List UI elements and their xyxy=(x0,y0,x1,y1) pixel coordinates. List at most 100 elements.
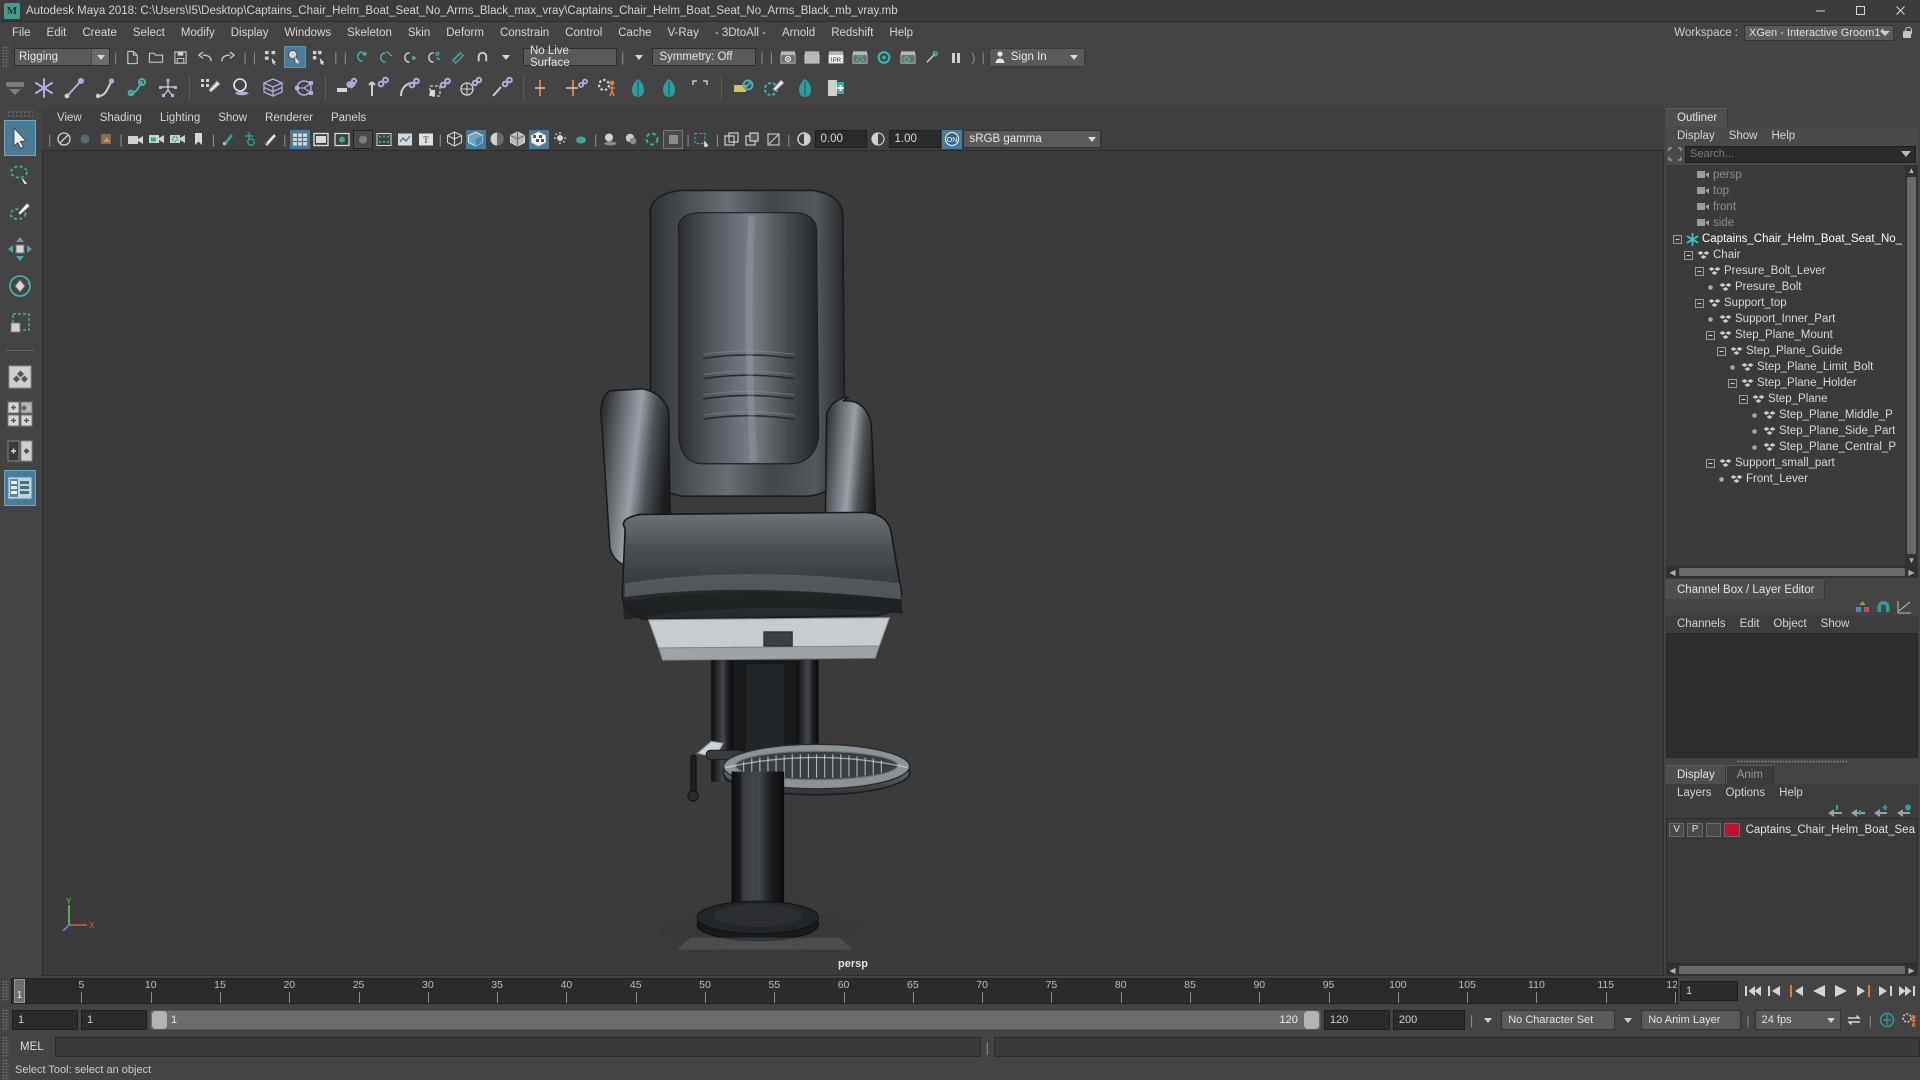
outliner-menu-show[interactable]: Show xyxy=(1722,129,1765,143)
open-scene-icon[interactable] xyxy=(145,46,167,68)
safe-title-icon[interactable]: T xyxy=(416,130,436,149)
outliner-item[interactable]: Step_Plane_Side_Part xyxy=(1672,423,1905,439)
wireframe-on-shaded-icon[interactable] xyxy=(528,129,549,149)
full-body-ik-icon[interactable] xyxy=(153,73,183,103)
helpline-gripper[interactable] xyxy=(2,1059,9,1080)
select-camera-icon[interactable] xyxy=(54,130,74,149)
move-layer-down-icon[interactable] xyxy=(1850,804,1866,817)
smooth-shade-all-icon[interactable] xyxy=(465,129,486,149)
deformer-icon[interactable] xyxy=(728,73,758,103)
character-set-field[interactable]: No Character Set xyxy=(1501,1010,1616,1030)
outliner-item[interactable]: Chair xyxy=(1672,247,1905,263)
human-ik-icon[interactable] xyxy=(623,73,653,103)
anim-layer-field[interactable]: No Anim Layer xyxy=(1641,1010,1742,1030)
add-target-icon[interactable] xyxy=(821,73,851,103)
menu-skeleton[interactable]: Skeleton xyxy=(339,25,400,41)
layer-menu-options[interactable]: Options xyxy=(1719,786,1773,800)
move-layer-up-icon[interactable] xyxy=(1827,804,1843,817)
collapse-expander-icon[interactable] xyxy=(1694,298,1705,309)
grease-pencil-icon[interactable] xyxy=(260,130,280,149)
wireframe-icon[interactable] xyxy=(445,130,465,149)
collapse-expander-icon[interactable] xyxy=(1705,458,1716,469)
sort-icon[interactable] xyxy=(1668,147,1682,161)
magnet-icon[interactable] xyxy=(471,46,493,68)
close-button[interactable] xyxy=(1880,0,1920,21)
new-scene-icon[interactable] xyxy=(121,46,143,68)
maximize-button[interactable] xyxy=(1840,0,1880,21)
ik-spline-handle-icon[interactable] xyxy=(91,73,121,103)
outliner-vertical-scrollbar[interactable]: ▲ ▼ xyxy=(1905,165,1918,566)
grid-icon[interactable] xyxy=(289,129,310,149)
menu-deform[interactable]: Deform xyxy=(438,25,492,41)
outliner-menu-display[interactable]: Display xyxy=(1670,129,1722,143)
two-d-pan-zoom-icon[interactable] xyxy=(239,130,259,149)
scroll-up-arrow-icon[interactable]: ▲ xyxy=(1906,165,1917,176)
redo-icon[interactable] xyxy=(217,46,239,68)
human-ik-2-icon[interactable] xyxy=(654,73,684,103)
outliner-item[interactable]: Support_top xyxy=(1672,295,1905,311)
xray-icon[interactable] xyxy=(693,130,713,149)
viewport-menu-show[interactable]: Show xyxy=(209,110,256,126)
timeslider-gripper[interactable] xyxy=(2,980,9,1002)
render-view-icon[interactable] xyxy=(897,46,919,68)
outliner-item[interactable]: top xyxy=(1672,183,1905,199)
gamma-field[interactable]: 1.00 xyxy=(888,130,941,148)
undo-icon[interactable] xyxy=(193,46,215,68)
outliner-horizontal-scrollbar[interactable]: ◀ ▶ xyxy=(1666,566,1918,578)
channelbox-menu-object[interactable]: Object xyxy=(1766,617,1813,631)
viewport-menu-shading[interactable]: Shading xyxy=(91,110,151,126)
outliner-item[interactable]: Step_Plane_Mount xyxy=(1672,327,1905,343)
select-by-hierarchy-icon[interactable] xyxy=(260,46,282,68)
search-input[interactable]: Search... xyxy=(1685,145,1916,163)
snap-to-view-plane-icon[interactable] xyxy=(447,46,469,68)
layer-playback-toggle[interactable]: P xyxy=(1687,822,1703,837)
menu-create[interactable]: Create xyxy=(74,25,125,41)
outliner-item[interactable]: Presure_Bolt xyxy=(1672,279,1905,295)
channel-box-content[interactable] xyxy=(1666,633,1918,758)
create-layer-icon[interactable] xyxy=(1873,804,1889,817)
character-set-chevron-icon[interactable] xyxy=(1478,1010,1498,1030)
smooth-shade-selected-icon[interactable] xyxy=(487,130,507,149)
viewport-menu-panels[interactable]: Panels xyxy=(322,110,375,126)
outliner-item[interactable]: persp xyxy=(1672,167,1905,183)
channelbox-menu-edit[interactable]: Edit xyxy=(1733,617,1767,631)
safe-action-icon[interactable] xyxy=(395,130,415,149)
snap-to-projected-center-icon[interactable] xyxy=(423,46,445,68)
play-backwards-icon[interactable] xyxy=(1809,981,1829,1001)
menu-constrain[interactable]: Constrain xyxy=(492,25,557,41)
layer-menu-help[interactable]: Help xyxy=(1772,786,1810,800)
auto-key-icon[interactable] xyxy=(1877,1010,1897,1030)
outliner-item[interactable]: Step_Plane_Middle_P xyxy=(1672,407,1905,423)
go-to-end-icon[interactable] xyxy=(1897,981,1917,1001)
menu-select[interactable]: Select xyxy=(125,25,173,41)
collapse-expander-icon[interactable] xyxy=(1683,250,1694,261)
select-tool-button[interactable] xyxy=(4,120,36,156)
menu-arnold[interactable]: Arnold xyxy=(774,25,823,41)
leaf-node-icon[interactable] xyxy=(1749,426,1760,437)
outliner-item[interactable]: Step_Plane_Central_P xyxy=(1672,439,1905,455)
symmetry-chevron-icon[interactable] xyxy=(628,46,650,68)
paint-select-tool-button[interactable] xyxy=(4,194,36,230)
playback-end-time-field[interactable]: 120 xyxy=(1323,1010,1390,1030)
channelbox-menu-channels[interactable]: Channels xyxy=(1670,617,1733,631)
scale-tool-button[interactable] xyxy=(4,305,36,341)
layer-color-swatch[interactable] xyxy=(1724,822,1740,837)
step-back-frame-icon[interactable] xyxy=(1787,981,1807,1001)
step-forward-frame-icon[interactable] xyxy=(1853,981,1873,1001)
animation-end-time-field[interactable]: 200 xyxy=(1392,1010,1465,1030)
range-end-handle[interactable] xyxy=(1303,1011,1319,1029)
tab-anim-layers[interactable]: Anim xyxy=(1725,765,1774,784)
ambient-occlusion-icon[interactable] xyxy=(621,130,641,149)
orient-constraint-icon[interactable] xyxy=(394,73,424,103)
outliner-item[interactable]: Front_Lever xyxy=(1672,471,1905,487)
command-language-label[interactable]: MEL xyxy=(12,1041,52,1053)
menu-modify[interactable]: Modify xyxy=(173,25,223,41)
menu-file[interactable]: File xyxy=(4,25,39,41)
rangeslider-gripper[interactable] xyxy=(2,1009,9,1031)
image-plane-icon[interactable] xyxy=(218,130,238,149)
menu-control[interactable]: Control xyxy=(557,25,610,41)
menu-3dtoall[interactable]: - 3DtoAll - xyxy=(707,25,774,41)
quick-rig-icon[interactable] xyxy=(592,73,622,103)
pause-icon[interactable] xyxy=(945,46,967,68)
scroll-right-arrow-icon[interactable]: ▶ xyxy=(1906,965,1917,976)
